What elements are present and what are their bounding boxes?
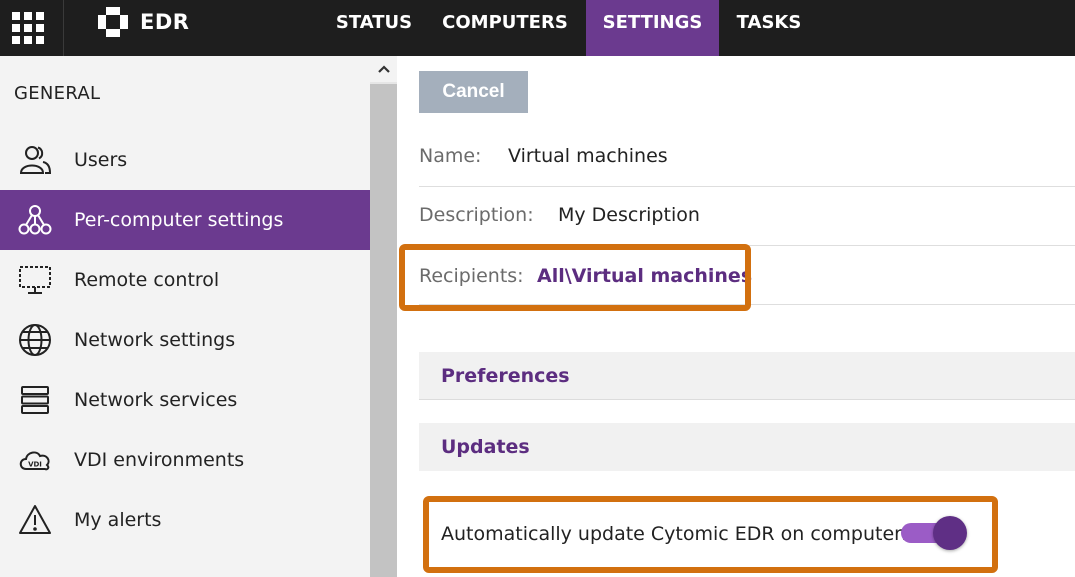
tab-tasks[interactable]: TASKS (719, 0, 819, 56)
cancel-button[interactable]: Cancel (419, 71, 528, 113)
warning-triangle-icon (0, 490, 74, 550)
tab-status[interactable]: STATUS (324, 0, 424, 56)
app-launcher-button[interactable] (0, 0, 56, 56)
sidebar-item-network-settings[interactable]: Network settings (0, 310, 370, 370)
description-value: My Description (558, 204, 700, 226)
chevron-up-icon (377, 65, 390, 73)
svg-text:VDI: VDI (28, 461, 42, 469)
name-label: Name: (419, 145, 482, 167)
sidebar-item-my-alerts[interactable]: My alerts (0, 490, 370, 550)
preferences-section-header[interactable]: Preferences (419, 352, 1075, 400)
network-nodes-icon (0, 190, 74, 250)
preferences-section-title: Preferences (441, 365, 570, 387)
sidebar-item-label: VDI environments (74, 449, 245, 471)
globe-icon (0, 310, 74, 370)
grid-icon (12, 12, 44, 44)
auto-update-highlight-box (423, 496, 998, 573)
sidebar-item-remote-control[interactable]: Remote control (0, 250, 370, 310)
sidebar-item-label: My alerts (74, 509, 162, 531)
name-value: Virtual machines (508, 145, 668, 167)
sidebar-item-label: Remote control (74, 269, 220, 291)
sidebar-item-label: Network settings (74, 329, 236, 351)
users-icon (0, 130, 74, 190)
sidebar-item-per-computer-settings[interactable]: Per-computer settings (0, 190, 370, 250)
brand[interactable]: EDR (96, 0, 189, 44)
sidebar-item-label: Per-computer settings (74, 209, 284, 231)
sidebar-item-label: Network services (74, 389, 238, 411)
updates-section-title: Updates (441, 436, 530, 458)
sidebar-item-label: Users (74, 149, 128, 171)
recipients-highlight-box (399, 244, 751, 311)
sidebar-item-users[interactable]: Users (0, 130, 370, 190)
tab-settings[interactable]: SETTINGS (586, 0, 719, 56)
sidebar-item-vdi-environments[interactable]: VDI VDI environments (0, 430, 370, 490)
description-label: Description: (419, 204, 534, 226)
sidebar-title: GENERAL (14, 83, 101, 104)
remote-screen-icon (0, 250, 74, 310)
sidebar-scrollbar-thumb[interactable] (370, 84, 397, 577)
divider (63, 0, 64, 56)
top-bar: EDR STATUS COMPUTERS SETTINGS TASKS (0, 0, 1075, 56)
edr-logo-icon (96, 5, 130, 39)
scroll-up-button[interactable] (370, 56, 397, 82)
vdi-cloud-icon: VDI (0, 430, 74, 490)
sidebar-item-network-services[interactable]: Network services (0, 370, 370, 430)
updates-section-header[interactable]: Updates (419, 423, 1075, 471)
name-row: Name: Virtual machines (419, 128, 1075, 187)
server-stack-icon (0, 370, 74, 430)
app-name: EDR (140, 10, 190, 34)
main-nav: STATUS COMPUTERS SETTINGS TASKS (324, 0, 819, 56)
tab-computers[interactable]: COMPUTERS (424, 0, 586, 56)
sidebar: GENERAL Users Per-computer settings Remo… (0, 56, 370, 577)
description-row: Description: My Description (419, 187, 1075, 246)
